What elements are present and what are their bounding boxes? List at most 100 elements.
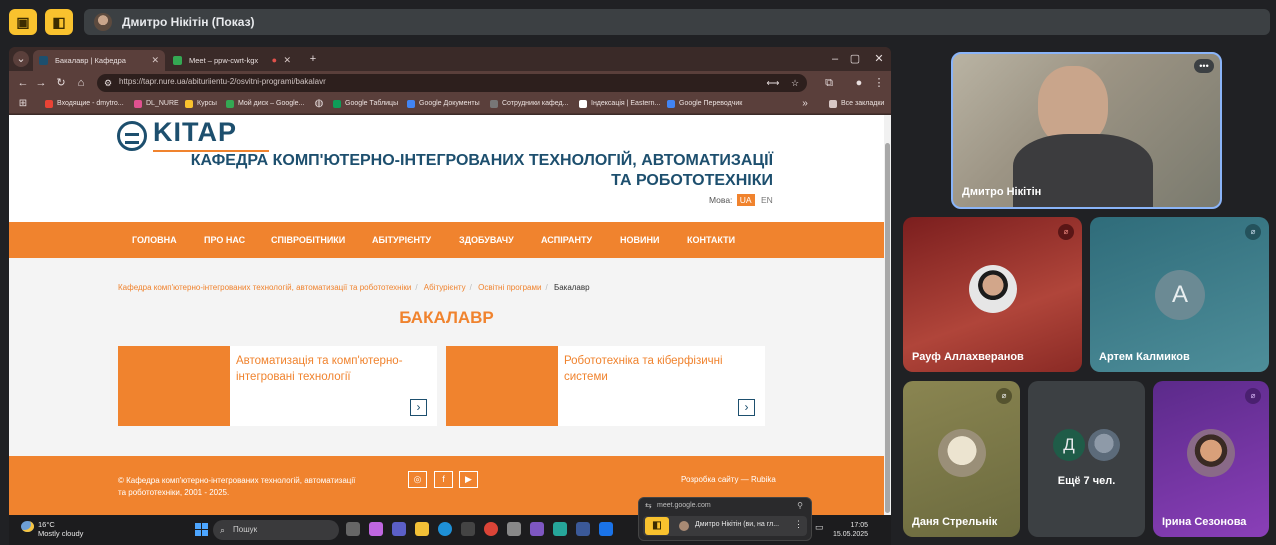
settings-icon[interactable] [507, 522, 521, 536]
close-icon[interactable]: ✕ [151, 50, 159, 71]
app-icon[interactable] [599, 522, 613, 536]
tab-meet[interactable]: Meet – ppw-cwrt-kgx ● ✕ [167, 50, 297, 71]
participant-tile[interactable]: ⌀ Рауф Аллахверанов [903, 217, 1082, 372]
close-icon[interactable]: ✕ [283, 50, 291, 71]
tab-bakalavr[interactable]: Бакалавр | Кафедра комп'ютерно ✕ [33, 50, 165, 86]
taskbar-search[interactable]: ⌕ Пошук [213, 520, 339, 540]
bookmark-item[interactable]: Курсы [185, 98, 217, 110]
instagram-icon[interactable]: ◎ [408, 471, 427, 488]
bookmark-star-icon[interactable]: ☆ [787, 75, 803, 91]
facebook-icon[interactable]: f [434, 471, 453, 488]
program-card[interactable]: Автоматизація та комп'ютерно-інтегровані… [118, 346, 437, 426]
more-options-icon[interactable]: ••• [1194, 59, 1214, 73]
nav-students[interactable]: ЗДОБУВАЧУ [459, 235, 514, 245]
footer-developer-link[interactable]: Розробка сайту — Rubika [681, 475, 776, 484]
more-options-icon[interactable]: ⋮ [794, 519, 803, 530]
profile-avatar-icon[interactable]: ● [851, 75, 867, 91]
nav-contacts[interactable]: КОНТАКТИ [687, 235, 735, 245]
card-title[interactable]: Робототехніка та кіберфізичні системи [564, 353, 754, 385]
task-view-icon[interactable] [346, 522, 360, 536]
bookmark-item[interactable]: Індексація | Eastern... [579, 98, 660, 110]
explorer-icon[interactable] [415, 522, 429, 536]
card-title[interactable]: Автоматизація та комп'ютерно-інтегровані… [236, 353, 426, 385]
address-bar[interactable]: ⚙ https://tapr.nure.ua/abituriientu-2/os… [97, 74, 807, 92]
nav-applicants[interactable]: АБІТУРІЄНТУ [372, 235, 431, 245]
chevron-right-icon[interactable]: › [738, 399, 755, 416]
nav-home[interactable]: ГОЛОВНА [132, 235, 177, 245]
forward-icon[interactable]: → [33, 75, 49, 91]
participant-tile-main[interactable]: ••• Дмитро Нікітін [951, 52, 1222, 209]
participant-name: Даня Стрельнік [912, 516, 998, 528]
menu-dots-icon[interactable]: ⋮ [871, 75, 887, 91]
bookmark-item[interactable]: DL_NURE [134, 98, 179, 110]
window-close-icon[interactable]: ✕ [871, 51, 887, 67]
mic-icon[interactable]: ⚲ [797, 501, 803, 510]
bookmark-item[interactable]: Google Таблицы [333, 98, 398, 110]
bookmark-item[interactable]: Google Документы [407, 98, 480, 110]
breadcrumb-link[interactable]: Освітні програми [478, 283, 541, 292]
department-title: КАФЕДРА КОМП'ЮТЕРНО-ІНТЕГРОВАНИХ ТЕХНОЛО… [190, 152, 773, 189]
reload-icon[interactable]: ↻ [53, 75, 69, 91]
nav-news[interactable]: НОВИНИ [620, 235, 659, 245]
nav-about[interactable]: ПРО НАС [204, 235, 245, 245]
drive-icon [226, 100, 234, 108]
page-scrollbar[interactable] [884, 115, 891, 515]
weather-widget[interactable]: 16°C Mostly cloudy [21, 520, 83, 538]
popup-participant-row[interactable]: ◧ Дмитро Нікітін (ви, на гл... ⋮ [643, 516, 807, 536]
globe-icon[interactable]: ◍ [311, 96, 327, 112]
edge-icon[interactable] [438, 522, 452, 536]
lang-ua[interactable]: UA [736, 194, 755, 206]
lang-en[interactable]: EN [761, 195, 773, 205]
bookmark-item[interactable]: Входящие - dmytro... [45, 98, 124, 110]
extensions-icon[interactable]: ⧉ [821, 75, 837, 91]
footer-copyright: © Кафедра комп'ютерно-інтегрованих техно… [118, 476, 356, 497]
windows-start-icon[interactable] [195, 523, 209, 537]
all-bookmarks[interactable]: Все закладки [829, 98, 884, 110]
app-icon[interactable] [576, 522, 590, 536]
program-card[interactable]: Робототехніка та кіберфізичні системи › [446, 346, 765, 426]
nav-postgrad[interactable]: АСПІРАНТУ [541, 235, 592, 245]
copilot-icon[interactable] [369, 522, 383, 536]
teams-icon[interactable] [392, 522, 406, 536]
bookmark-item[interactable]: Мой диск – Google... [226, 98, 304, 110]
back-icon[interactable]: ← [15, 75, 31, 91]
visual-studio-icon[interactable] [530, 522, 544, 536]
chevron-right-icon[interactable]: › [410, 399, 427, 416]
breadcrumb: Кафедра комп'ютерно-інтегрованих техноло… [118, 283, 590, 292]
more-participants-tile[interactable]: Д Ещё 7 чел. [1028, 381, 1145, 537]
tab-search-icon[interactable]: ⌄ [13, 51, 29, 67]
system-clock[interactable]: 17:05 15.05.2025 [833, 521, 868, 539]
breadcrumb-current: Бакалавр [553, 283, 590, 292]
folder-icon [185, 100, 193, 108]
bookmarks-bar: ⊞ Входящие - dmytro... DL_NURE Курсы Мой… [9, 95, 891, 114]
no-share-icon[interactable]: ▣ [9, 9, 37, 35]
bookmark-item[interactable]: Google Переводчик [667, 98, 742, 110]
participant-tile[interactable]: ⌀ Даня Стрельнік [903, 381, 1020, 537]
home-icon[interactable]: ⌂ [73, 75, 89, 91]
participant-name: Рауф Аллахверанов [912, 351, 1024, 363]
youtube-icon[interactable]: ▶ [459, 471, 478, 488]
translate-icon[interactable]: ⟷ [765, 75, 781, 91]
more-bookmarks-icon[interactable]: » [797, 96, 813, 112]
activities-icon[interactable]: ◧ [45, 9, 73, 35]
presenter-banner[interactable]: Дмитро Нікітін (Показ) [84, 9, 1270, 35]
participant-tile[interactable]: ⌀ А Артем Калмиков [1090, 217, 1269, 372]
store-icon[interactable] [461, 522, 475, 536]
battery-icon[interactable]: ▭ [815, 522, 829, 536]
apps-grid-icon[interactable]: ⊞ [15, 96, 31, 112]
bookmark-item[interactable]: Сотрудники кафед... [490, 98, 568, 110]
participant-tile[interactable]: ⌀ Ірина Сезонова [1153, 381, 1269, 537]
activities-icon[interactable]: ◧ [645, 517, 669, 535]
breadcrumb-link[interactable]: Кафедра комп'ютерно-інтегрованих техноло… [118, 283, 411, 292]
main-nav: ГОЛОВНА ПРО НАС СПІВРОБІТНИКИ АБІТУРІЄНТ… [9, 222, 884, 258]
shared-browser-window: ⌄ Бакалавр | Кафедра комп'ютерно ✕ Meet … [9, 47, 891, 515]
chrome-icon[interactable] [484, 522, 498, 536]
minimize-icon[interactable]: – [827, 51, 843, 67]
nav-staff[interactable]: СПІВРОБІТНИКИ [271, 235, 345, 245]
maximize-icon[interactable]: ▢ [847, 51, 863, 67]
breadcrumb-link[interactable]: Абітурієнту [424, 283, 466, 292]
site-info-icon[interactable]: ⚙ [100, 75, 116, 91]
scrollbar-thumb[interactable] [885, 143, 890, 513]
app-icon[interactable] [553, 522, 567, 536]
new-tab-icon[interactable]: + [305, 51, 321, 67]
